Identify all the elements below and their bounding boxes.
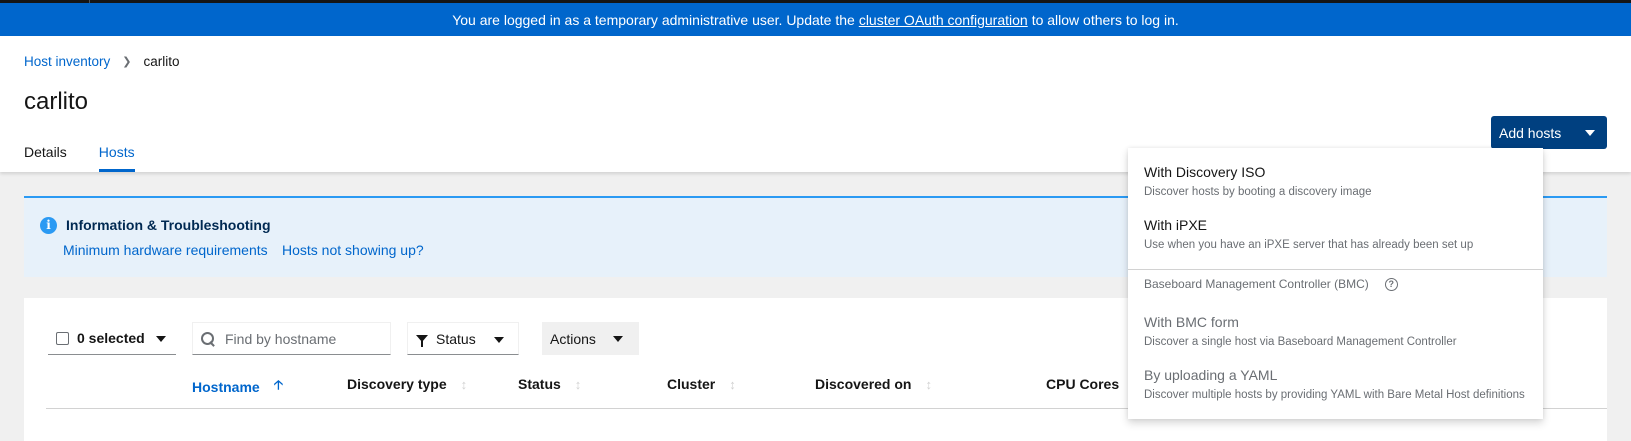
- add-hosts-menu: With Discovery ISO Discover hosts by boo…: [1128, 148, 1543, 419]
- caret-down-icon: [613, 336, 623, 342]
- min-hardware-requirements-link[interactable]: Minimum hardware requirements: [63, 242, 268, 258]
- column-label: CPU Cores: [1046, 376, 1120, 392]
- column-header-status[interactable]: Status ↕: [518, 376, 581, 392]
- page-title: carlito: [24, 88, 89, 115]
- sort-icon: ↕: [925, 376, 932, 392]
- tab-details[interactable]: Details: [24, 144, 67, 172]
- menu-divider: [1128, 269, 1543, 270]
- menu-item-title: By uploading a YAML: [1144, 367, 1278, 383]
- banner-text-before: You are logged in as a temporary adminis…: [452, 11, 855, 28]
- column-label: Cluster: [667, 376, 716, 392]
- column-header-cpu-cores[interactable]: CPU Cores: [1046, 376, 1119, 392]
- menu-item-title: With BMC form: [1144, 314, 1239, 330]
- column-label: Hostname: [192, 379, 260, 395]
- hostname-search-input[interactable]: [225, 330, 385, 347]
- column-header-discovery-type[interactable]: Discovery type ↕: [347, 376, 467, 392]
- alert-title: Information & Troubleshooting: [66, 217, 271, 233]
- hosts-not-showing-link[interactable]: Hosts not showing up?: [282, 242, 424, 258]
- breadcrumb: Host inventory ❯ carlito: [24, 54, 180, 69]
- breadcrumb-current: carlito: [143, 54, 180, 69]
- select-all-checkbox[interactable]: [56, 331, 69, 345]
- help-icon[interactable]: ?: [1384, 277, 1398, 291]
- search-icon: [201, 331, 215, 346]
- admin-banner: You are logged in as a temporary adminis…: [0, 3, 1631, 36]
- bulk-select-dropdown[interactable]: 0 selected: [48, 322, 176, 355]
- status-filter-dropdown[interactable]: Status: [407, 322, 519, 355]
- menu-item-title: With iPXE: [1144, 217, 1208, 233]
- column-header-hostname[interactable]: Hostname 🡡: [192, 376, 283, 398]
- add-hosts-button[interactable]: Add hosts: [1491, 116, 1607, 149]
- search-box: [192, 322, 391, 355]
- selected-count: 0 selected: [77, 330, 145, 346]
- bmc-group-title: Baseboard Management Controller (BMC) ?: [1144, 277, 1398, 291]
- menu-item-upload-yaml: By uploading a YAML Discover multiple ho…: [1144, 367, 1525, 401]
- tab-hosts[interactable]: Hosts: [98, 144, 135, 172]
- menu-item-title: With Discovery ISO: [1144, 164, 1266, 180]
- oauth-config-link[interactable]: cluster OAuth configuration: [859, 12, 1028, 28]
- sort-icon: ↕: [574, 376, 582, 392]
- bmc-group-label: Baseboard Management Controller (BMC): [1144, 277, 1369, 291]
- actions-dropdown[interactable]: Actions: [542, 322, 639, 355]
- caret-down-icon: [1585, 130, 1595, 136]
- column-label: Discovery type: [347, 376, 447, 392]
- column-header-discovered-on[interactable]: Discovered on ↕: [815, 376, 932, 392]
- column-header-cluster[interactable]: Cluster ↕: [667, 376, 736, 392]
- column-label: Status: [518, 376, 561, 392]
- banner-text-after: to allow others to log in.: [1031, 11, 1179, 28]
- caret-down-icon: [156, 336, 166, 342]
- menu-item-bmc-form: With BMC form Discover a single host via…: [1144, 314, 1457, 348]
- filter-icon: [416, 335, 428, 347]
- caret-down-icon: [494, 337, 504, 343]
- menu-item-description: Use when you have an iPXE server that ha…: [1144, 239, 1474, 251]
- actions-label: Actions: [550, 330, 596, 347]
- status-filter-label: Status: [436, 330, 476, 347]
- breadcrumb-chevron-icon: ❯: [122, 56, 132, 68]
- sort-up-arrow-icon: 🡡: [273, 377, 284, 392]
- add-hosts-label: Add hosts: [1499, 124, 1562, 141]
- menu-item-discovery-iso[interactable]: With Discovery ISO Discover hosts by boo…: [1144, 164, 1372, 198]
- menu-item-description: Discover hosts by booting a discovery im…: [1144, 186, 1372, 198]
- column-label: Discovered on: [815, 376, 912, 392]
- breadcrumb-host-inventory-link[interactable]: Host inventory: [24, 54, 110, 69]
- sort-icon: ↕: [460, 376, 468, 392]
- menu-item-ipxe[interactable]: With iPXE Use when you have an iPXE serv…: [1144, 217, 1473, 251]
- menu-item-description: Discover a single host via Baseboard Man…: [1144, 336, 1457, 348]
- sort-icon: ↕: [729, 376, 736, 392]
- tabs: Details Hosts: [24, 144, 167, 172]
- info-circle-icon: i: [40, 217, 57, 234]
- menu-item-description: Discover multiple hosts by providing YAM…: [1144, 389, 1525, 401]
